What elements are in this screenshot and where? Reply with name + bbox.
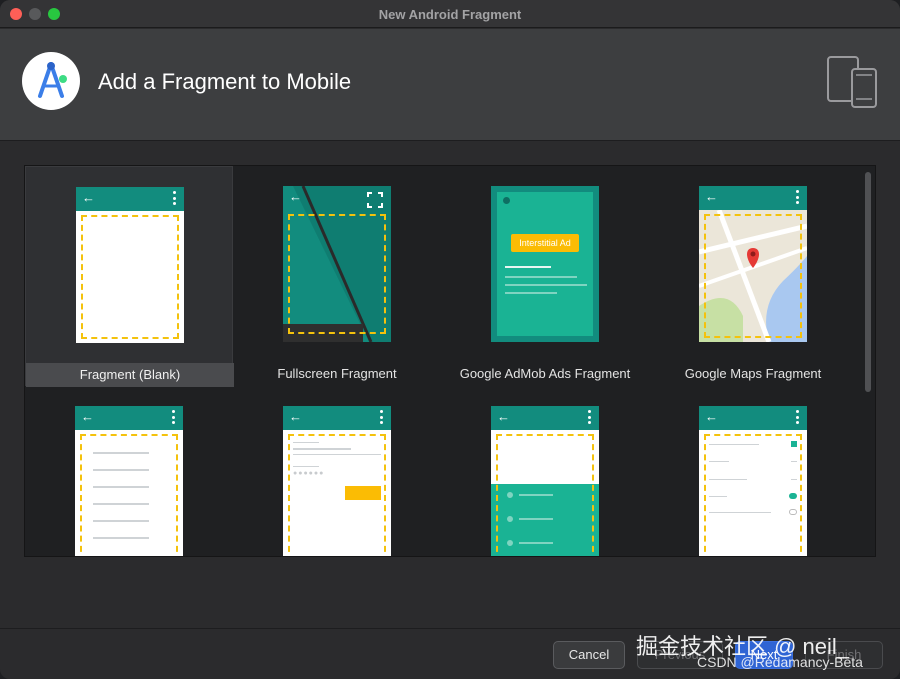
page-title: Add a Fragment to Mobile [98, 69, 352, 94]
login-button-preview [345, 486, 381, 500]
fullscreen-icon [367, 192, 383, 208]
preview-app-bar: ← [699, 186, 807, 210]
template-login-fragment[interactable]: ← ●●●●●● [233, 386, 441, 556]
back-arrow-icon: ← [705, 189, 718, 204]
template-label: Fullscreen Fragment [277, 366, 397, 381]
back-arrow-icon: ← [82, 190, 95, 205]
template-settings-fragment[interactable]: ← [649, 386, 857, 556]
template-gallery: ← Fragment (Blank) ← Fullscreen Fragment… [24, 165, 876, 557]
template-preview: ← ●●●●●● [283, 406, 391, 556]
new-android-fragment-dialog: New Android Fragment Add a Fragment to M… [0, 0, 900, 679]
mobile-devices-icon [826, 55, 878, 114]
overflow-menu-icon [380, 410, 383, 424]
android-studio-logo-icon [22, 52, 80, 110]
template-preview: ← [283, 186, 391, 342]
overflow-menu-icon [588, 410, 591, 424]
interstitial-ad-badge: Interstitial Ad [511, 234, 579, 252]
template-maps-fragment[interactable]: ← Google Maps Fragment [649, 166, 857, 386]
overflow-menu-icon [796, 410, 799, 424]
fragment-outline [288, 214, 386, 334]
overflow-menu-icon [172, 410, 175, 424]
preview-app-bar: ← [283, 406, 391, 430]
preview-app-bar: ← [75, 406, 183, 430]
title-bar: New Android Fragment [0, 0, 900, 28]
template-bottom-sheet-fragment[interactable]: ← [441, 386, 649, 556]
overflow-menu-icon [173, 191, 176, 205]
template-preview: ← [699, 186, 807, 342]
back-arrow-icon: ← [289, 189, 302, 204]
fragment-outline [704, 214, 802, 338]
cancel-button[interactable]: Cancel [553, 641, 625, 669]
back-arrow-icon: ← [705, 409, 718, 424]
back-arrow-icon: ← [81, 409, 94, 424]
preview-app-bar: ← [491, 406, 599, 430]
template-label: Google Maps Fragment [684, 366, 822, 381]
fragment-outline [81, 215, 179, 339]
watermark-csdn: CSDN @Redamancy-Beta [697, 654, 863, 670]
preview-app-bar: ← [699, 406, 807, 430]
template-label: Fragment (Blank) [26, 363, 234, 387]
template-preview: ← [491, 406, 599, 556]
gallery-scrollbar[interactable] [865, 172, 871, 392]
overflow-menu-icon [796, 190, 799, 204]
preview-app-bar: ← [76, 187, 184, 211]
template-preview: ← [699, 406, 807, 556]
template-preview: ← [75, 406, 183, 556]
back-arrow-icon: ← [497, 409, 510, 424]
dialog-header: Add a Fragment to Mobile [0, 29, 900, 141]
template-label: Google AdMob Ads Fragment [459, 366, 631, 381]
template-admob-ads-fragment[interactable]: Interstitial Ad Google AdMob Ads Fragmen… [441, 166, 649, 386]
template-fragment-blank[interactable]: ← Fragment (Blank) [25, 166, 234, 387]
template-preview: ← [76, 187, 184, 343]
template-fullscreen-fragment[interactable]: ← Fullscreen Fragment [233, 166, 441, 386]
window-title: New Android Fragment [378, 7, 522, 22]
back-arrow-icon: ← [289, 409, 302, 424]
template-preview: Interstitial Ad [491, 186, 599, 342]
template-list-fragment[interactable]: ← [25, 386, 233, 556]
